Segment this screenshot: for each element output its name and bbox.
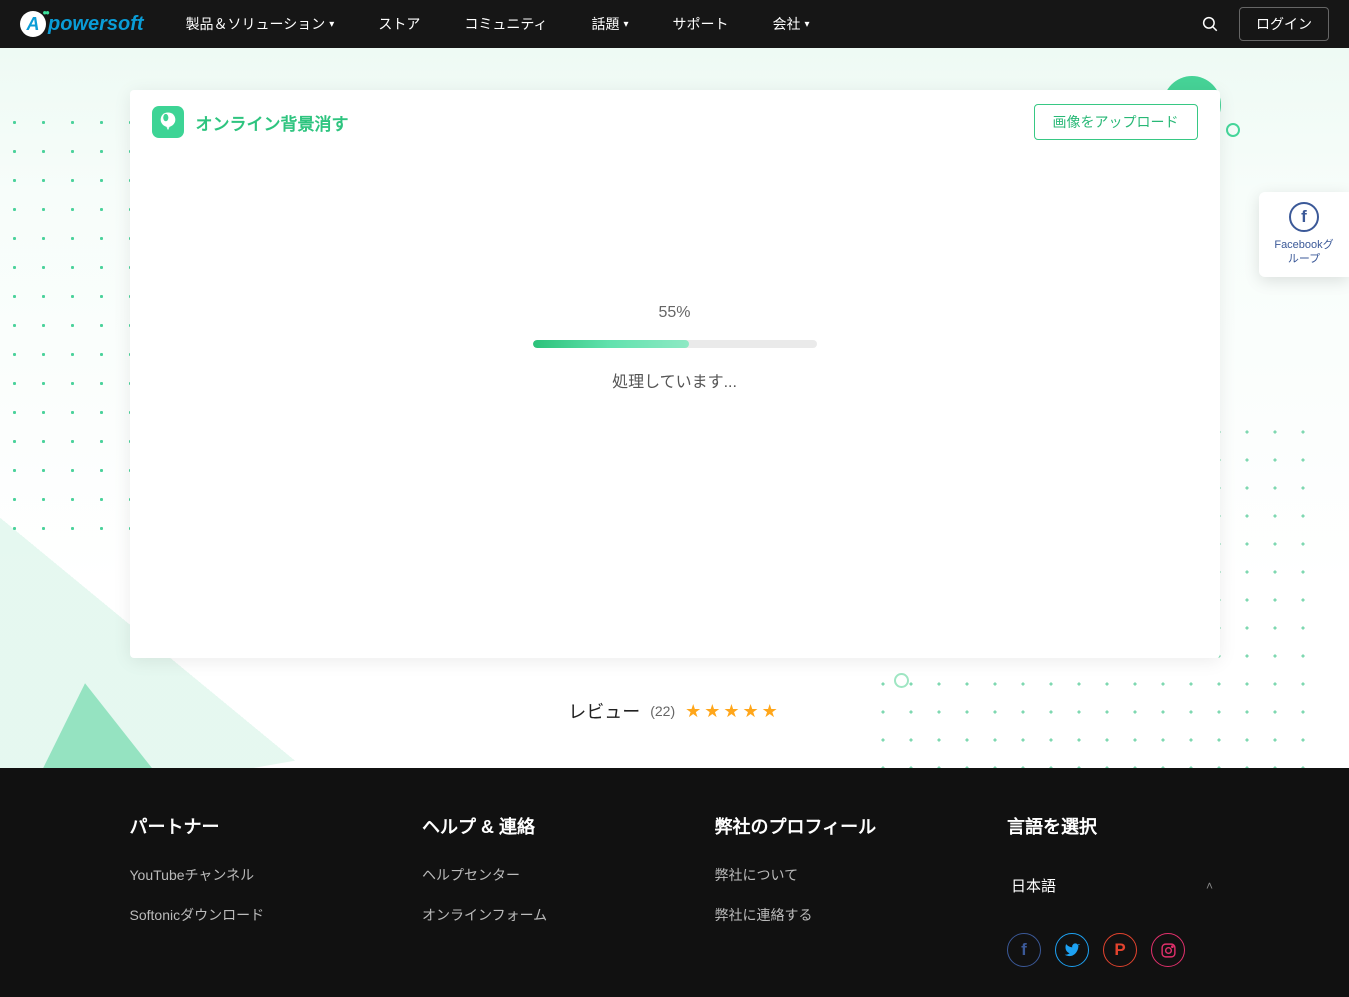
footer-col-help: ヘルプ & 連絡 ヘルプセンター オンラインフォーム	[422, 813, 635, 967]
logo-text: powersoft	[48, 13, 144, 36]
nav-store[interactable]: ストア	[356, 0, 442, 48]
footer-heading-help: ヘルプ & 連絡	[422, 813, 635, 839]
pinterest-icon[interactable]: P	[1103, 933, 1137, 967]
decor-ring-small	[894, 673, 909, 688]
upload-button[interactable]: 画像をアップロード	[1034, 104, 1198, 140]
nav-support-label: サポート	[673, 14, 729, 34]
top-header: A●● powersoft 製品＆ソリューション▾ ストア コミュニティ 話題▾…	[0, 0, 1349, 48]
nav-topics[interactable]: 話題 ▾	[570, 0, 651, 48]
footer-link[interactable]: ヘルプセンター	[422, 865, 635, 885]
balloon-icon	[159, 111, 177, 133]
app-title: オンライン背景消す	[196, 110, 349, 135]
card-header: オンライン背景消す 画像をアップロード	[130, 90, 1220, 154]
review-count: (22)	[650, 703, 675, 719]
facebook-icon: f	[1289, 202, 1319, 232]
language-current: 日本語	[1011, 875, 1056, 896]
footer: パートナー YouTubeチャンネル Softonicダウンロード ヘルプ & …	[0, 768, 1349, 997]
nav-topics-label: 話題	[592, 14, 620, 34]
facebook-group-widget[interactable]: f Facebookグループ	[1259, 192, 1349, 277]
nav-support[interactable]: サポート	[651, 0, 751, 48]
progress-area: 55% 処理しています...	[130, 154, 1220, 392]
chevron-down-icon: ▾	[329, 19, 334, 30]
footer-col-language: 言語を選択 日本語 ˄ f P	[1007, 813, 1220, 967]
footer-link[interactable]: 弊社について	[715, 865, 928, 885]
footer-heading-language: 言語を選択	[1007, 813, 1220, 839]
footer-col-partner: パートナー YouTubeチャンネル Softonicダウンロード	[130, 813, 343, 967]
search-icon[interactable]	[1201, 15, 1219, 33]
nav-company-label: 会社	[773, 14, 801, 34]
decor-ring	[1226, 123, 1240, 137]
social-links: f P	[1007, 933, 1220, 967]
twitter-icon[interactable]	[1055, 933, 1089, 967]
progress-bar	[533, 340, 817, 348]
footer-link[interactable]: Softonicダウンロード	[130, 905, 343, 925]
app-icon	[152, 106, 184, 138]
instagram-icon[interactable]	[1151, 933, 1185, 967]
progress-percent: 55%	[658, 304, 690, 322]
footer-col-profile: 弊社のプロフィール 弊社について 弊社に連絡する	[715, 813, 928, 967]
login-button[interactable]: ログイン	[1239, 7, 1329, 41]
main-nav: 製品＆ソリューション▾ ストア コミュニティ 話題▾ サポート 会社▾	[164, 0, 832, 48]
chevron-up-icon: ˄	[1206, 879, 1213, 893]
nav-company[interactable]: 会社 ▾	[751, 0, 832, 48]
review-label: レビュー	[568, 698, 640, 724]
main-area: オンライン背景消す 画像をアップロード 55% 処理しています... レビュー …	[0, 48, 1349, 768]
nav-community[interactable]: コミュニティ	[442, 0, 569, 48]
footer-link[interactable]: オンラインフォーム	[422, 905, 635, 925]
facebook-widget-label: Facebookグループ	[1269, 238, 1339, 267]
language-select[interactable]: 日本語 ˄	[1007, 865, 1217, 907]
progress-bar-fill	[533, 340, 689, 348]
footer-link[interactable]: YouTubeチャンネル	[130, 865, 343, 885]
star-rating[interactable]: ★★★★★	[685, 701, 781, 722]
upload-card: オンライン背景消す 画像をアップロード 55% 処理しています...	[130, 90, 1220, 658]
nav-store-label: ストア	[378, 14, 420, 34]
review-row: レビュー (22) ★★★★★	[0, 698, 1349, 724]
footer-heading-partner: パートナー	[130, 813, 343, 839]
nav-products-label: 製品＆ソリューション	[186, 14, 326, 34]
chevron-down-icon: ▾	[805, 19, 810, 30]
chevron-down-icon: ▾	[624, 19, 629, 30]
facebook-icon[interactable]: f	[1007, 933, 1041, 967]
nav-community-label: コミュニティ	[464, 14, 547, 34]
footer-heading-profile: 弊社のプロフィール	[715, 813, 928, 839]
footer-link[interactable]: 弊社に連絡する	[715, 905, 928, 925]
brand-logo[interactable]: A●● powersoft	[20, 11, 144, 37]
progress-label: 処理しています...	[612, 368, 737, 392]
nav-products[interactable]: 製品＆ソリューション▾	[164, 0, 357, 48]
logo-letter: A●●	[20, 11, 46, 37]
